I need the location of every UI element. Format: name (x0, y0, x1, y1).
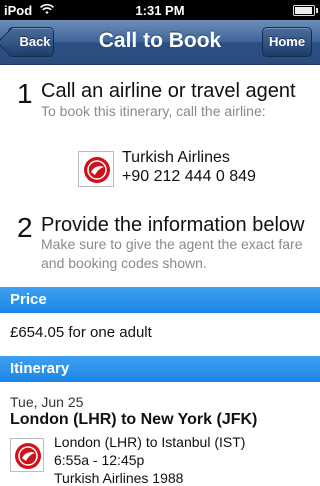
battery-icon (293, 5, 318, 16)
segment-flight: Turkish Airlines 1988 (54, 470, 184, 486)
step-number: 2 (17, 212, 33, 243)
segment-route: London (LHR) to Istanbul (IST) (54, 434, 246, 450)
step-heading: Call an airline or travel agent (41, 80, 296, 102)
airline-phone-link[interactable]: +90 212 444 0 849 (122, 168, 256, 186)
status-bar: iPod 1:31 PM (0, 0, 320, 20)
clock: 1:31 PM (135, 3, 185, 18)
segment-times: 6:55a - 12:45p (54, 452, 145, 468)
turkish-airlines-logo (10, 438, 44, 472)
flight-segment: London (LHR) to Istanbul (IST) 6:55a - 1… (10, 434, 310, 486)
step-number: 1 (17, 78, 33, 109)
back-button[interactable]: Back (0, 27, 54, 58)
price-text: £654.05 for one adult (10, 324, 152, 341)
price-section-header: Price (0, 287, 320, 313)
itinerary-section-header: Itinerary (0, 356, 320, 382)
turkish-airlines-logo (78, 151, 114, 187)
navigation-bar: Back Call to Book Home (0, 20, 320, 65)
airline-name: Turkish Airlines (122, 149, 230, 166)
itinerary-date: Tue, Jun 25 (10, 394, 84, 410)
step-description: To book this itinerary, call the airline… (41, 103, 266, 119)
step-heading: Provide the information below (41, 214, 305, 236)
itinerary-route: London (LHR) to New York (JFK) (10, 411, 258, 428)
step-description: Make sure to give the agent the exact fa… (41, 236, 303, 271)
home-button[interactable]: Home (262, 27, 312, 57)
page-title: Call to Book (98, 29, 222, 52)
back-button-label: Back (19, 34, 51, 49)
airline-contact[interactable]: Turkish Airlines +90 212 444 0 849 (78, 148, 308, 188)
